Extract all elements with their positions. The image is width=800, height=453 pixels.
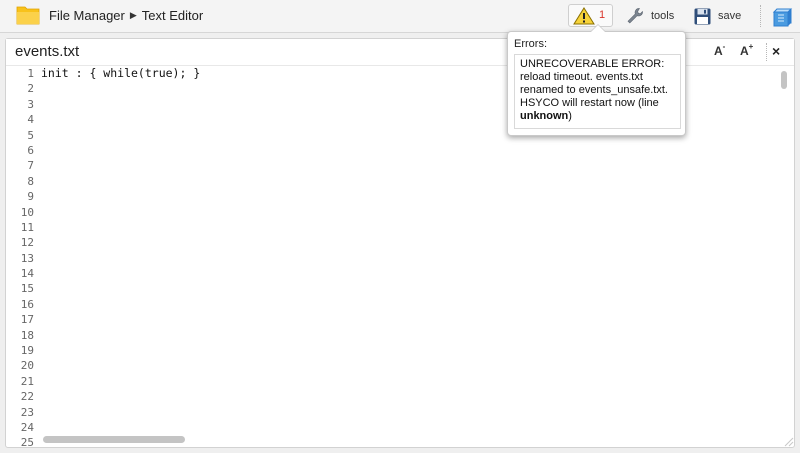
errors-popup: Errors: UNRECOVERABLE ERROR: reload time… [507,24,686,136]
save-button[interactable]: save [694,5,741,27]
line-number: 14 [20,267,34,281]
line-number: 3 [27,97,34,111]
file-name: events.txt [15,43,80,60]
header-divider [766,43,768,61]
errors-heading: Errors: [514,38,547,50]
line-number: 23 [20,405,34,419]
line-number: 5 [27,128,34,142]
floppy-disk-icon [694,8,711,24]
cube-icon[interactable] [772,6,794,28]
error-message-text: UNRECOVERABLE ERROR: reload timeout. eve… [520,58,668,109]
tools-label: tools [651,10,675,22]
line-number: 4 [27,113,34,127]
vertical-scrollbar[interactable] [781,71,787,89]
warning-icon [573,7,595,25]
decrease-font-label: A [714,44,723,58]
line-number: 7 [27,159,34,173]
decrease-font-button[interactable]: A- [714,42,725,58]
tools-button[interactable]: tools [626,5,674,27]
close-button[interactable]: × [772,43,780,59]
line-number: 20 [20,359,34,373]
horizontal-scrollbar-track[interactable] [40,436,778,443]
increase-font-button[interactable]: A+ [740,42,753,58]
code-line-1[interactable]: init : { while(true); } [41,66,200,81]
horizontal-scrollbar[interactable] [43,436,185,443]
line-number: 22 [20,390,34,404]
line-number: 17 [20,313,34,327]
error-line-value: unknown [520,110,569,122]
line-number: 2 [27,82,34,96]
line-number: 13 [20,251,34,265]
error-message: UNRECOVERABLE ERROR: reload timeout. eve… [514,54,681,129]
line-number: 25 [20,436,34,447]
error-message-end: ) [568,110,572,122]
folder-icon[interactable] [16,4,40,25]
save-label: save [718,10,742,22]
wrench-icon [627,8,643,24]
top-toolbar: File Manager ▶ Text Editor 1 tools save [0,0,800,33]
breadcrumb: File Manager ▶ Text Editor [49,8,203,23]
line-number: 6 [27,143,34,157]
resize-handle-icon[interactable] [780,433,794,447]
toolbar-divider [760,5,762,27]
line-number: 12 [20,236,34,250]
line-number: 16 [20,297,34,311]
line-number: 15 [20,282,34,296]
line-number: 9 [27,190,34,204]
line-number: 19 [20,344,34,358]
line-number: 1 [27,67,34,80]
line-number: 10 [20,205,34,219]
error-count: 1 [599,9,606,21]
line-number: 21 [20,374,34,388]
line-number: 8 [27,174,34,188]
breadcrumb-text-editor: Text Editor [141,8,204,23]
increase-font-label: A [740,44,749,58]
line-number: 11 [20,220,34,234]
line-number: 18 [20,328,34,342]
breadcrumb-arrow-icon: ▶ [129,10,137,20]
line-number: 24 [20,420,34,434]
line-number-gutter: 1 2 3 4 5 6 7 8 9 10 11 12 13 14 15 16 17 18 19 20 21 22 23 24 2… [6,66,36,447]
breadcrumb-file-manager[interactable]: File Manager [49,8,125,23]
